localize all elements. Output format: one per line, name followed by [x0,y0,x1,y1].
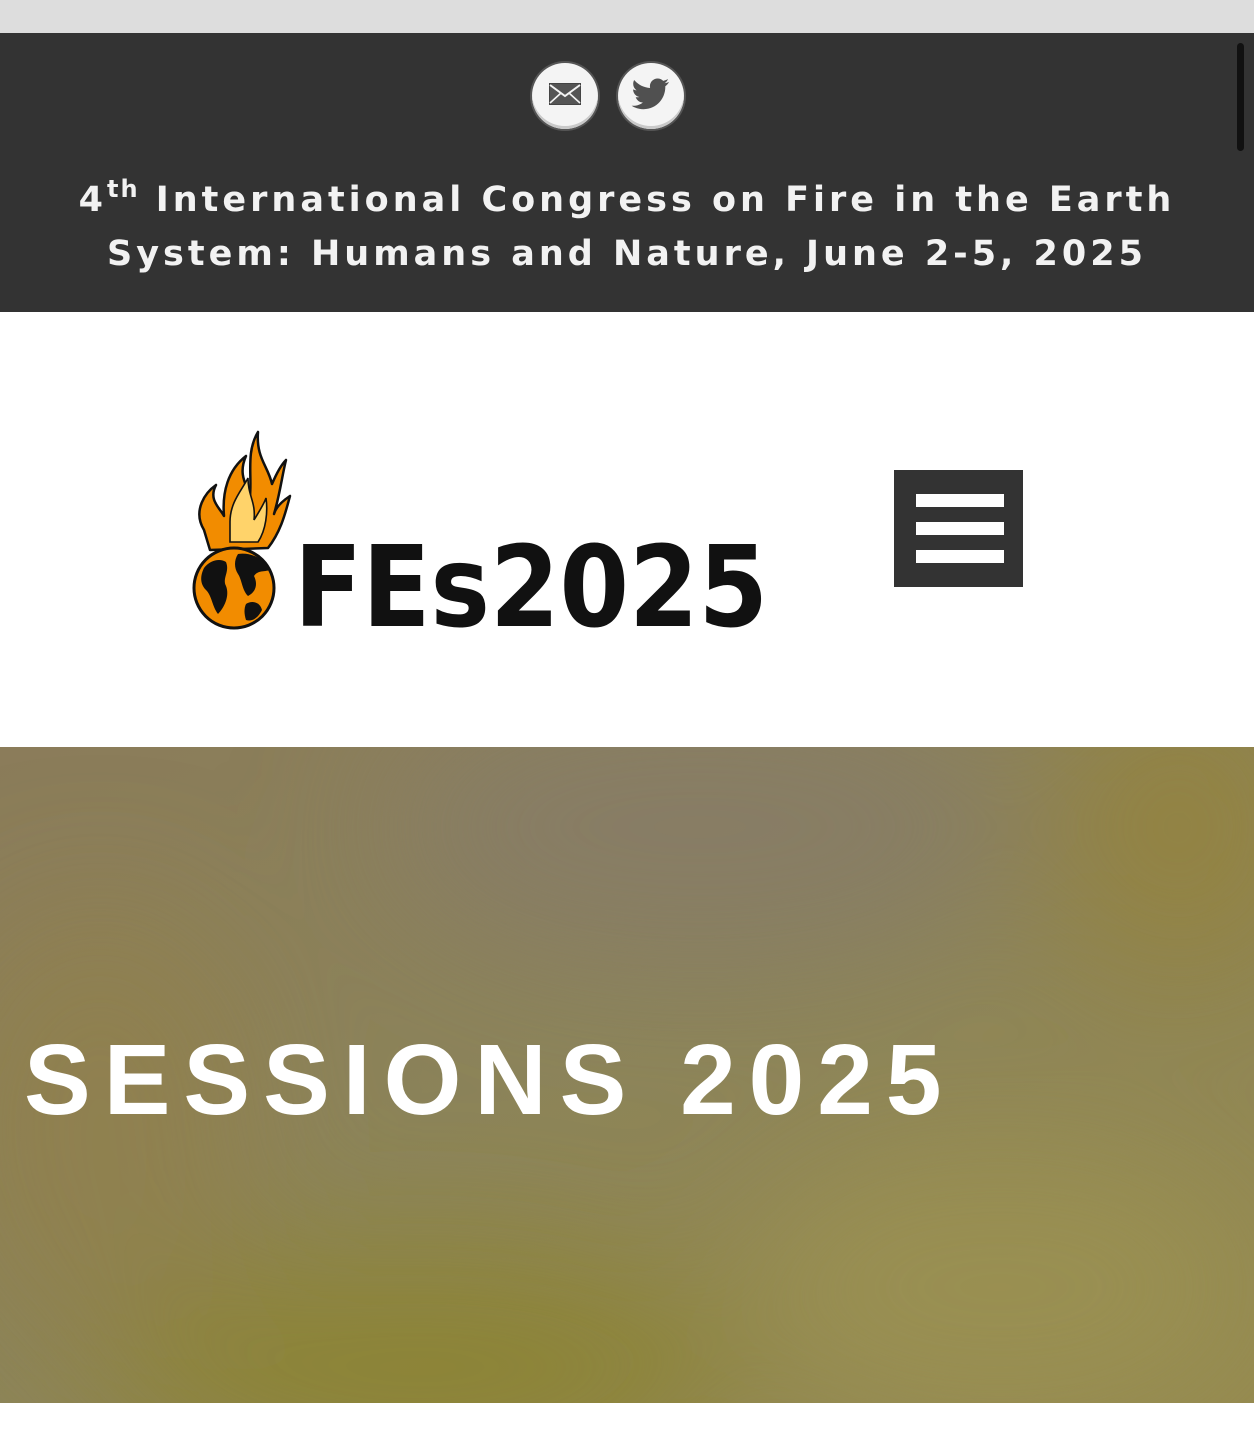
browser-top-strip [0,0,1254,33]
scrollbar-thumb[interactable] [1237,43,1244,151]
page-title: SESSIONS 2025 [24,1024,955,1136]
tagline-text: International Congress on Fire in the Ea… [107,180,1176,274]
tagline-ordinal-number: 4 [78,180,107,220]
site-header: FEs2025 [0,312,1254,747]
hero-banner: SESSIONS 2025 [0,747,1254,1403]
menu-line-top [916,494,1004,507]
tagline-ordinal-suffix: th [107,175,140,203]
top-bar: 4th International Congress on Fire in th… [0,33,1254,312]
fes2025-logo[interactable]: FEs2025 [190,430,774,630]
menu-line-middle [916,522,1004,535]
congress-tagline: 4th International Congress on Fire in th… [40,173,1214,281]
flame-globe-icon [192,430,292,630]
email-icon [548,82,582,110]
hamburger-menu-button[interactable] [894,470,1023,587]
email-link[interactable] [532,63,598,129]
twitter-icon [631,77,671,115]
twitter-link[interactable] [618,63,684,129]
menu-line-bottom [916,550,1004,563]
social-links [532,63,684,129]
logo-text: FEs2025 [294,523,768,630]
